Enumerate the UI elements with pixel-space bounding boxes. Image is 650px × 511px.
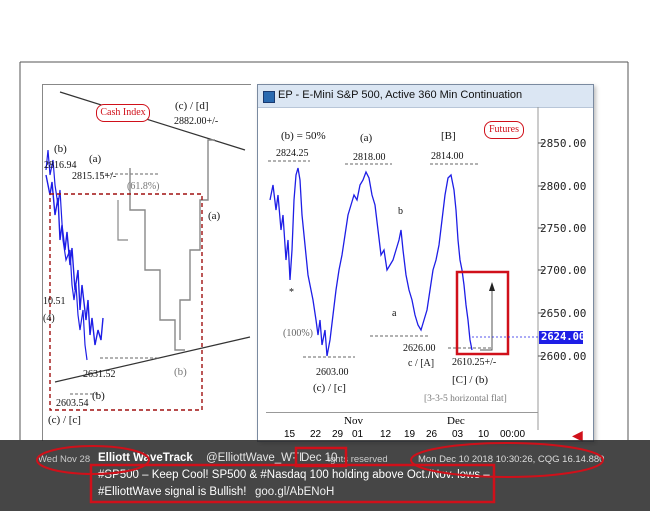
screenshot-frame: Cash Index (c) / [d] 2882.00+/- (b) 2816… bbox=[0, 0, 650, 511]
tweet-highlights bbox=[36, 442, 604, 504]
